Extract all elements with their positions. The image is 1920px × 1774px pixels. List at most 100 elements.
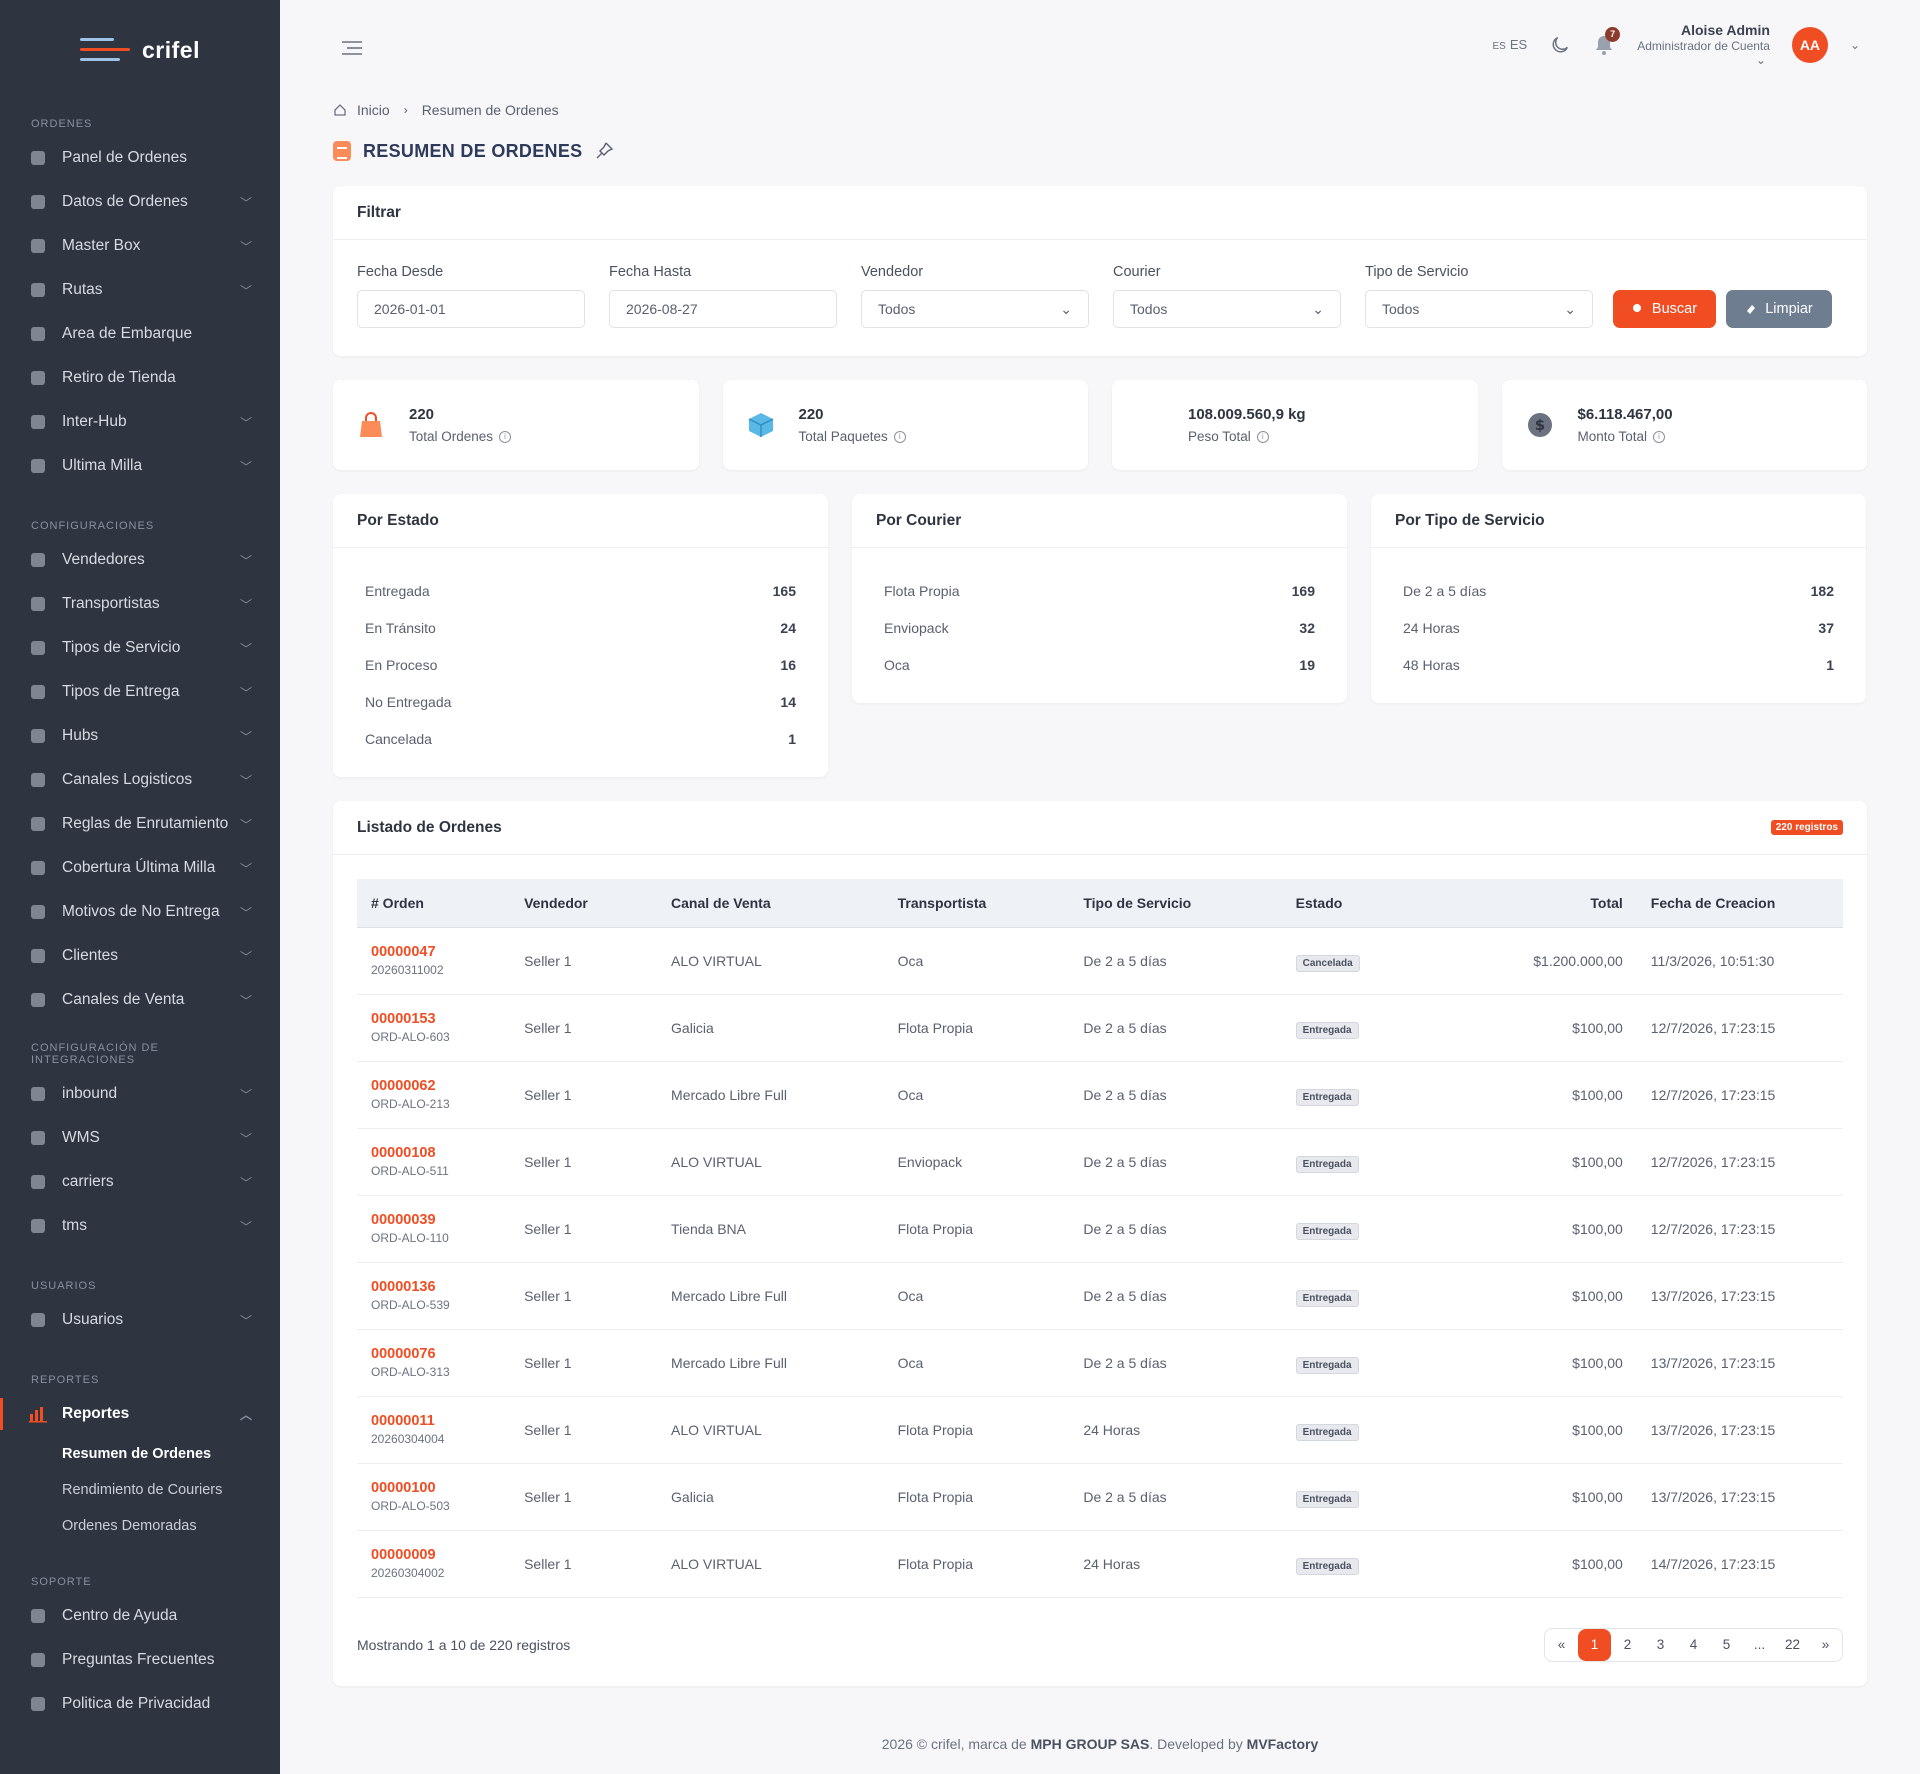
courier-select[interactable]: Todos ⌄	[1113, 290, 1341, 328]
vendedor-select[interactable]: Todos ⌄	[861, 290, 1089, 328]
table-row[interactable]: 00000039 ORD-ALO-110 Seller 1 Tienda BNA Flo…	[357, 1195, 1843, 1263]
notifications-button[interactable]: 7	[1593, 26, 1621, 57]
dark-mode-icon[interactable]	[1549, 34, 1571, 56]
column-header-fecha-de-creacion[interactable]: Fecha de Creacion	[1636, 879, 1843, 928]
next-page-button[interactable]: »	[1809, 1629, 1842, 1661]
nav-section-title: ORDENES	[31, 118, 93, 130]
column-header-tipo-de-servicio[interactable]: Tipo de Servicio	[1069, 879, 1282, 928]
column-header-total[interactable]: Total	[1442, 879, 1637, 928]
sidebar-item-centro-de-ayuda[interactable]: Centro de Ayuda	[0, 1594, 280, 1638]
sidebar-item-tipos-de-entrega[interactable]: Tipos de Entrega ﹀	[0, 670, 280, 714]
table-row[interactable]: 00000009 20260304002 Seller 1 ALO VIRTUAL Fl…	[357, 1530, 1843, 1598]
sidebar-item-reglas-de-enrutamiento[interactable]: Reglas de Enrutamiento ﹀	[0, 802, 280, 846]
sidebar-item-canales-logisticos[interactable]: Canales Logisticos ﹀	[0, 758, 280, 802]
order-number-link[interactable]: 00000153	[371, 1011, 496, 1027]
column-header-estado[interactable]: Estado	[1281, 879, 1443, 928]
sidebar-item-panel-de-ordenes[interactable]: Panel de Ordenes	[0, 136, 280, 180]
sidebar-item-reportes[interactable]: Reportes ︿	[0, 1392, 280, 1436]
column-header-orden[interactable]: # Orden	[357, 879, 511, 928]
order-number-link[interactable]: 00000009	[371, 1547, 496, 1563]
info-icon[interactable]: i	[893, 430, 906, 443]
sidebar-item-datos-de-ordenes[interactable]: Datos de Ordenes ﹀	[0, 180, 280, 224]
sidebar-item-ultima-milla[interactable]: Ultima Milla ﹀	[0, 444, 280, 488]
breadcrumb-home[interactable]: Inicio	[357, 102, 390, 118]
limpiar-button[interactable]: Limpiar	[1726, 290, 1832, 328]
info-icon[interactable]: i	[1256, 430, 1269, 443]
info-icon[interactable]: i	[499, 430, 512, 443]
sidebar-item-preguntas-frecuentes[interactable]: Preguntas Frecuentes	[0, 1638, 280, 1682]
sidebar-item-motivos-de-no-entrega[interactable]: Motivos de No Entrega ﹀	[0, 890, 280, 934]
order-number-link[interactable]: 00000076	[371, 1346, 496, 1362]
sidebar-item-politica-de-privacidad[interactable]: Politica de Privacidad	[0, 1682, 280, 1726]
sidebar-item-label: Canales Logisticos	[62, 771, 193, 788]
buscar-button[interactable]: Buscar	[1613, 290, 1716, 328]
info-icon[interactable]: i	[1653, 430, 1666, 443]
page-4-button[interactable]: 4	[1677, 1629, 1710, 1661]
column-header-vendedor[interactable]: Vendedor	[510, 879, 658, 928]
table-row[interactable]: 00000108 ORD-ALO-511 Seller 1 ALO VIRTUAL En…	[357, 1128, 1843, 1196]
chevron-down-icon: ﹀	[239, 905, 252, 920]
sidebar-subitem-ordenes-demoradas[interactable]: Ordenes Demoradas	[0, 1508, 280, 1544]
table-row[interactable]: 00000076 ORD-ALO-313 Seller 1 Mercado Libre…	[357, 1329, 1843, 1397]
language-selector[interactable]: ES ES	[1493, 37, 1528, 52]
table-row[interactable]: 00000011 20260304004 Seller 1 ALO VIRTUAL Fl…	[357, 1396, 1843, 1464]
cell-canal: Galicia	[657, 994, 884, 1062]
sidebar-item-canales-de-venta[interactable]: Canales de Venta ﹀	[0, 978, 280, 1022]
sidebar-item-rutas[interactable]: Rutas ﹀	[0, 268, 280, 312]
sidebar-item-area-de-embarque[interactable]: Area de Embarque	[0, 312, 280, 356]
page-2-button[interactable]: 2	[1611, 1629, 1644, 1661]
fecha-desde-input[interactable]: 2026-01-01	[357, 290, 585, 328]
chevron-down-icon: ⌄	[1312, 300, 1324, 317]
page-3-button[interactable]: 3	[1644, 1629, 1677, 1661]
sidebar-item-tms[interactable]: tms ﹀	[0, 1204, 280, 1248]
page-5-button[interactable]: 5	[1710, 1629, 1743, 1661]
table-row[interactable]: 00000047 20260311002 Seller 1 ALO VIRTUAL Oc…	[357, 927, 1843, 995]
sidebar-item-label: Reportes	[62, 1405, 130, 1422]
sidebar-item-wms[interactable]: WMS ﹀	[0, 1116, 280, 1160]
sidebar-item-master-box[interactable]: Master Box ﹀	[0, 224, 280, 268]
sidebar-subitem-rendimiento-de-couriers[interactable]: Rendimiento de Couriers	[0, 1472, 280, 1508]
column-header-transportista[interactable]: Transportista	[883, 879, 1070, 928]
column-header-canal-de-venta[interactable]: Canal de Venta	[657, 879, 884, 928]
brand[interactable]: crifel	[0, 0, 280, 100]
sidebar-item-usuarios[interactable]: Usuarios ﹀	[0, 1298, 280, 1342]
sidebar-item-inter-hub[interactable]: Inter-Hub ﹀	[0, 400, 280, 444]
page-22-button[interactable]: 22	[1776, 1629, 1809, 1661]
table-row[interactable]: 00000100 ORD-ALO-503 Seller 1 Galicia Flota …	[357, 1463, 1843, 1531]
user-menu[interactable]: Aloise Admin Administrador de Cuenta ⌄	[1637, 22, 1770, 67]
avatar[interactable]: AA	[1791, 26, 1828, 63]
sidebar-item-hubs[interactable]: Hubs ﹀	[0, 714, 280, 758]
sidebar-subitem-resumen-de-ordenes[interactable]: Resumen de Ordenes	[0, 1436, 280, 1472]
table-row[interactable]: 00000136 ORD-ALO-539 Seller 1 Mercado Libre…	[357, 1262, 1843, 1330]
sidebar-item-tipos-de-servicio[interactable]: Tipos de Servicio ﹀	[0, 626, 280, 670]
sidebar-item-vendedores[interactable]: Vendedores ﹀	[0, 538, 280, 582]
footer-developer[interactable]: MVFactory	[1247, 1736, 1319, 1752]
sidebar-item-inbound[interactable]: inbound ﹀	[0, 1072, 280, 1116]
table-row[interactable]: 00000153 ORD-ALO-603 Seller 1 Galicia Flota …	[357, 994, 1843, 1062]
order-number-link[interactable]: 00000011	[371, 1413, 496, 1429]
sidebar-item-cobertura-ultima-milla[interactable]: Cobertura Última Milla ﹀	[0, 846, 280, 890]
prev-page-button[interactable]: «	[1545, 1629, 1578, 1661]
page-1-button[interactable]: 1	[1578, 1628, 1611, 1661]
sidebar-item-carriers[interactable]: carriers ﹀	[0, 1160, 280, 1204]
sidebar-item-clientes[interactable]: Clientes ﹀	[0, 934, 280, 978]
order-number-link[interactable]: 00000136	[371, 1279, 496, 1295]
sidebar-item-transportistas[interactable]: Transportistas ﹀	[0, 582, 280, 626]
cell-total: $100,00	[1442, 1530, 1637, 1598]
tipo-servicio-select[interactable]: Todos ⌄	[1365, 290, 1593, 328]
stat-monto-total: $ $6.118.467,00 Monto Total i	[1501, 380, 1867, 470]
chevron-down-icon[interactable]: ⌄	[1850, 38, 1860, 52]
home-icon[interactable]	[333, 103, 347, 117]
order-number-link[interactable]: 00000108	[371, 1145, 496, 1161]
fecha-hasta-input[interactable]: 2026-08-27	[609, 290, 837, 328]
order-number-link[interactable]: 00000039	[371, 1212, 496, 1228]
table-row[interactable]: 00000062 ORD-ALO-213 Seller 1 Mercado Libre…	[357, 1061, 1843, 1129]
sidebar-item-label: Tipos de Servicio	[62, 639, 181, 656]
order-number-link[interactable]: 00000100	[371, 1480, 496, 1496]
order-number-link[interactable]: 00000047	[371, 944, 496, 960]
menu-toggle-icon[interactable]	[342, 40, 362, 56]
footer-company[interactable]: MPH GROUP SAS	[1031, 1736, 1150, 1752]
order-number-link[interactable]: 00000062	[371, 1078, 496, 1094]
pin-icon[interactable]	[594, 141, 614, 161]
sidebar-item-retiro-de-tienda[interactable]: Retiro de Tienda	[0, 356, 280, 400]
